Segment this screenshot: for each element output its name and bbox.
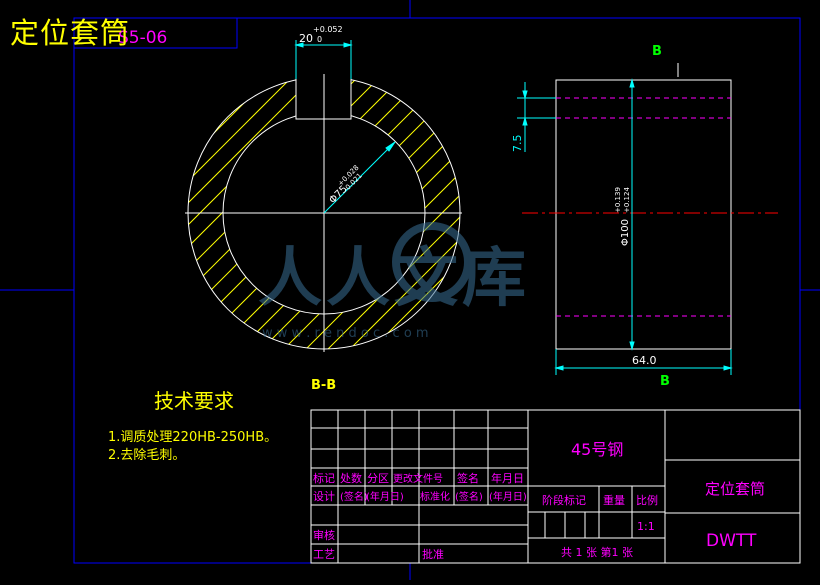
drawing-canvas: S5-06 20 +0.052 0 Φ75 +0.028 -0.021 B-B … (0, 0, 820, 580)
part-name: 定位套筒 (705, 480, 765, 498)
header-change-doc: 更改文件号 (393, 472, 443, 485)
part-code: DWTT (706, 531, 757, 551)
requirement-item: 2.去除毛刺。 (108, 448, 185, 463)
row-approve: 批准 (422, 547, 444, 561)
keyway-tol-upper: +0.052 (313, 25, 343, 34)
header-mark: 标记 (313, 471, 335, 485)
outer-tol-upper: +0.139 (614, 187, 622, 213)
total-length: 64.0 (632, 354, 657, 367)
side-view-hidden-lines (556, 97, 731, 317)
row-design-sign: (签名) (340, 490, 368, 503)
cad-drawing: S5-06 20 +0.052 0 Φ75 +0.028 -0.021 B-B … (0, 0, 820, 580)
row-process: 工艺 (313, 548, 335, 561)
section-marker-bottom: B (660, 374, 670, 389)
section-view-label: B-B (311, 378, 336, 393)
header-signature: 签名 (457, 471, 479, 485)
header-count: 处数 (340, 472, 362, 485)
header-zone: 分区 (367, 472, 389, 485)
watermark-url: w w w . r e n d o c . c o m (262, 326, 429, 341)
side-view-outline (555, 79, 732, 350)
row-standard-sign: (签名) (455, 490, 483, 503)
keyway-dimension (294, 40, 353, 79)
overlay-title: 定位套筒 (10, 16, 131, 50)
watermark-logo-text: 人人文库 (258, 242, 530, 316)
outer-tol-lower: +0.124 (623, 187, 631, 213)
row-design-date: (年月日) (366, 490, 404, 503)
header-date: 年月日 (491, 471, 524, 485)
row-standardization: 标准化 (420, 490, 450, 503)
hatch-line (188, 77, 207, 349)
keyway-tol-lower: 0 (317, 35, 322, 44)
requirements-heading: 技术要求 (154, 389, 234, 413)
requirement-item: 1.调质处理220HB-250HB。 (108, 430, 277, 445)
row-standard-date: (年月日) (489, 490, 527, 503)
row-design: 设计 (313, 490, 335, 503)
scale-label: 比例 (636, 493, 658, 507)
watermark: 人人文库 w w w . r e n d o c . c o m (258, 222, 530, 341)
material: 45号钢 (571, 440, 623, 459)
keyway-width: 20 (299, 32, 313, 45)
stage-mark-label: 阶段标记 (542, 493, 586, 507)
section-marker-top: B (652, 44, 662, 59)
step-length: 7.5 (511, 135, 524, 153)
row-review: 审核 (313, 528, 335, 542)
sheet-info: 共 1 张 第1 张 (561, 545, 633, 559)
hatch-line (0, 53, 184, 373)
weight-label: 重量 (603, 493, 625, 507)
outer-diameter-dimension (629, 78, 635, 351)
scale-value: 1:1 (637, 520, 655, 533)
outer-diameter: Φ100 (620, 219, 631, 246)
